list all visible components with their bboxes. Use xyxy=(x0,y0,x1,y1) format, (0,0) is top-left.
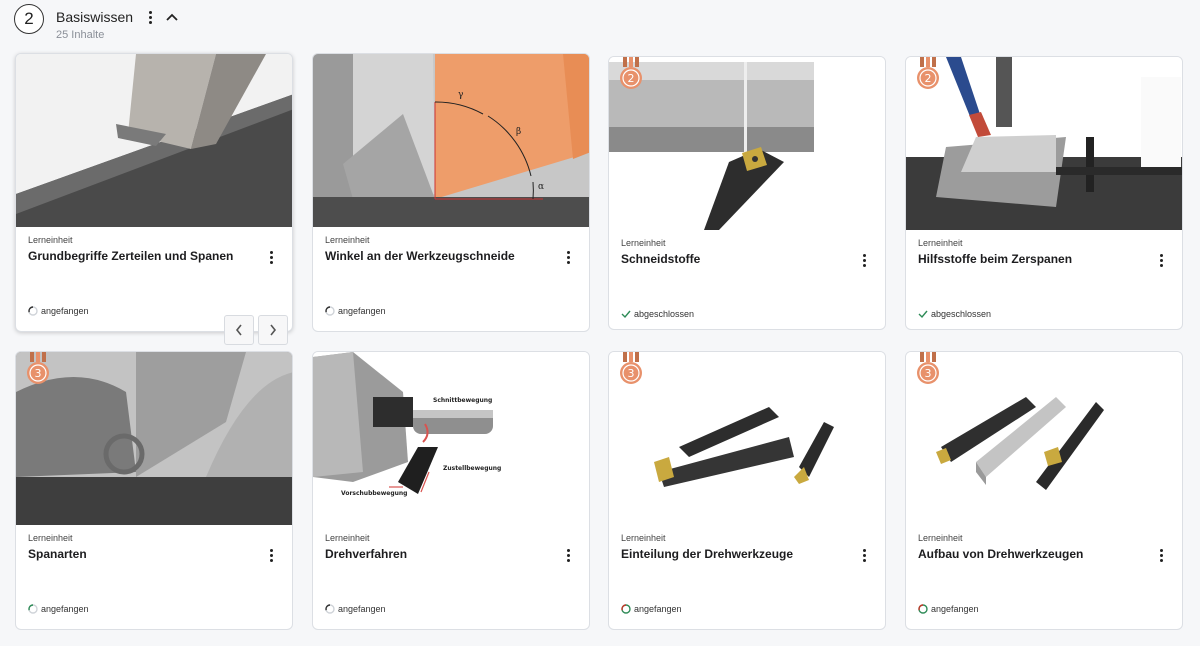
section-content-count: 25 Inhalte xyxy=(56,29,105,41)
card-menu-icon[interactable] xyxy=(859,548,869,562)
card-type-label: Lerneinheit xyxy=(621,533,666,543)
medal-number: 3 xyxy=(925,367,932,380)
card-status-label: angefangen xyxy=(338,604,386,614)
card-thumbnail: Schnittbewegung Zustellbewegung Vorschub… xyxy=(313,352,589,525)
section-menu-icon[interactable] xyxy=(143,9,157,25)
progress-ring-icon xyxy=(325,306,335,316)
medal-number: 3 xyxy=(628,367,635,380)
card-status: abgeschlossen xyxy=(918,309,991,319)
card-schneidstoffe[interactable]: 2 Lerneinheit Schneidstoffe abgeschlosse… xyxy=(608,56,886,330)
card-drehverfahren[interactable]: Schnittbewegung Zustellbewegung Vorschub… xyxy=(312,351,590,630)
card-aufbau[interactable]: 3 Lerneinheit Aufbau von Drehwerkzeugen … xyxy=(905,351,1183,630)
card-status: angefangen xyxy=(325,306,386,316)
card-status: angefangen xyxy=(918,604,979,614)
card-title: Winkel an der Werkzeugschneide xyxy=(325,249,515,263)
medal-icon: 2 xyxy=(917,57,939,89)
carousel-arrows xyxy=(224,315,288,345)
card-menu-icon[interactable] xyxy=(266,250,276,264)
check-icon xyxy=(621,309,631,319)
card-thumbnail xyxy=(16,54,292,227)
card-status-label: angefangen xyxy=(931,604,979,614)
card-menu-icon[interactable] xyxy=(1156,253,1166,267)
medal-icon: 3 xyxy=(27,352,49,384)
card-menu-icon[interactable] xyxy=(859,253,869,267)
card-title: Grundbegriffe Zerteilen und Spanen xyxy=(28,249,234,263)
medal-icon: 3 xyxy=(917,352,939,384)
card-menu-icon[interactable] xyxy=(1156,548,1166,562)
progress-ring-icon xyxy=(918,604,928,614)
card-title: Aufbau von Drehwerkzeugen xyxy=(918,547,1084,561)
card-status-label: angefangen xyxy=(41,306,89,316)
card-type-label: Lerneinheit xyxy=(28,533,73,543)
card-status: angefangen xyxy=(325,604,386,614)
progress-ring-icon xyxy=(621,604,631,614)
card-title: Einteilung der Drehwerkzeuge xyxy=(621,547,794,561)
section-title: Basiswissen xyxy=(56,9,134,25)
card-status: angefangen xyxy=(621,604,682,614)
card-type-label: Lerneinheit xyxy=(325,533,370,543)
card-status-label: abgeschlossen xyxy=(634,309,695,319)
card-title: Drehverfahren xyxy=(325,547,408,561)
card-type-label: Lerneinheit xyxy=(621,238,666,248)
angle-beta-label: β xyxy=(516,127,521,137)
card-title: Schneidstoffe xyxy=(621,252,701,266)
card-type-label: Lerneinheit xyxy=(918,238,963,248)
section-header: 2 Basiswissen 25 Inhalte xyxy=(14,4,179,48)
card-menu-icon[interactable] xyxy=(563,250,573,264)
card-hilfsstoffe[interactable]: 2 Lerneinheit Hilfsstoffe beim Zerspanen… xyxy=(905,56,1183,330)
card-thumbnail: γ β α xyxy=(313,54,589,227)
card-winkel[interactable]: γ β α Lerneinheit Winkel an der Werkzeug… xyxy=(312,53,590,332)
card-title: Hilfsstoffe beim Zerspanen xyxy=(918,252,1073,266)
section-title-row: Basiswissen xyxy=(56,9,179,25)
card-thumbnail: 2 xyxy=(609,57,885,230)
medal-icon: 2 xyxy=(620,57,642,89)
chevron-left-icon[interactable] xyxy=(224,315,254,345)
card-menu-icon[interactable] xyxy=(266,548,276,562)
vorschubbewegung-label: Vorschubbewegung xyxy=(341,490,407,497)
medal-number: 2 xyxy=(925,72,932,85)
card-status: angefangen xyxy=(28,604,89,614)
zustellbewegung-label: Zustellbewegung xyxy=(443,465,501,472)
card-einteilung[interactable]: 3 Lerneinheit Einteilung der Drehwerkzeu… xyxy=(608,351,886,630)
card-status-label: angefangen xyxy=(41,604,89,614)
progress-ring-icon xyxy=(28,604,38,614)
card-menu-icon[interactable] xyxy=(563,548,573,562)
check-icon xyxy=(918,309,928,319)
card-type-label: Lerneinheit xyxy=(325,235,370,245)
card-grundbegriffe[interactable]: Lerneinheit Grundbegriffe Zerteilen und … xyxy=(15,53,293,332)
card-status-label: angefangen xyxy=(634,604,682,614)
section-title-wrap: Basiswissen 25 Inhalte xyxy=(56,9,179,41)
card-thumbnail: 3 xyxy=(16,352,292,525)
chevron-up-icon[interactable] xyxy=(165,10,179,24)
card-status: angefangen xyxy=(28,306,89,316)
angle-gamma-label: γ xyxy=(458,90,463,100)
chevron-right-icon[interactable] xyxy=(258,315,288,345)
card-thumbnail: 3 xyxy=(906,352,1182,525)
card-spanarten[interactable]: 3 Lerneinheit Spanarten angefangen xyxy=(15,351,293,630)
card-type-label: Lerneinheit xyxy=(28,235,73,245)
medal-icon: 3 xyxy=(620,352,642,384)
medal-number: 3 xyxy=(35,367,42,380)
card-thumbnail: 3 xyxy=(609,352,885,525)
card-status-label: angefangen xyxy=(338,306,386,316)
schnittbewegung-label: Schnittbewegung xyxy=(433,397,492,404)
section-number: 2 xyxy=(14,4,44,34)
card-thumbnail: 2 xyxy=(906,57,1182,230)
card-status-label: abgeschlossen xyxy=(931,309,992,319)
progress-ring-icon xyxy=(28,306,38,316)
medal-number: 2 xyxy=(628,72,635,85)
card-status: abgeschlossen xyxy=(621,309,694,319)
card-type-label: Lerneinheit xyxy=(918,533,963,543)
angle-alpha-label: α xyxy=(538,182,544,192)
card-title: Spanarten xyxy=(28,547,87,561)
progress-ring-icon xyxy=(325,604,335,614)
